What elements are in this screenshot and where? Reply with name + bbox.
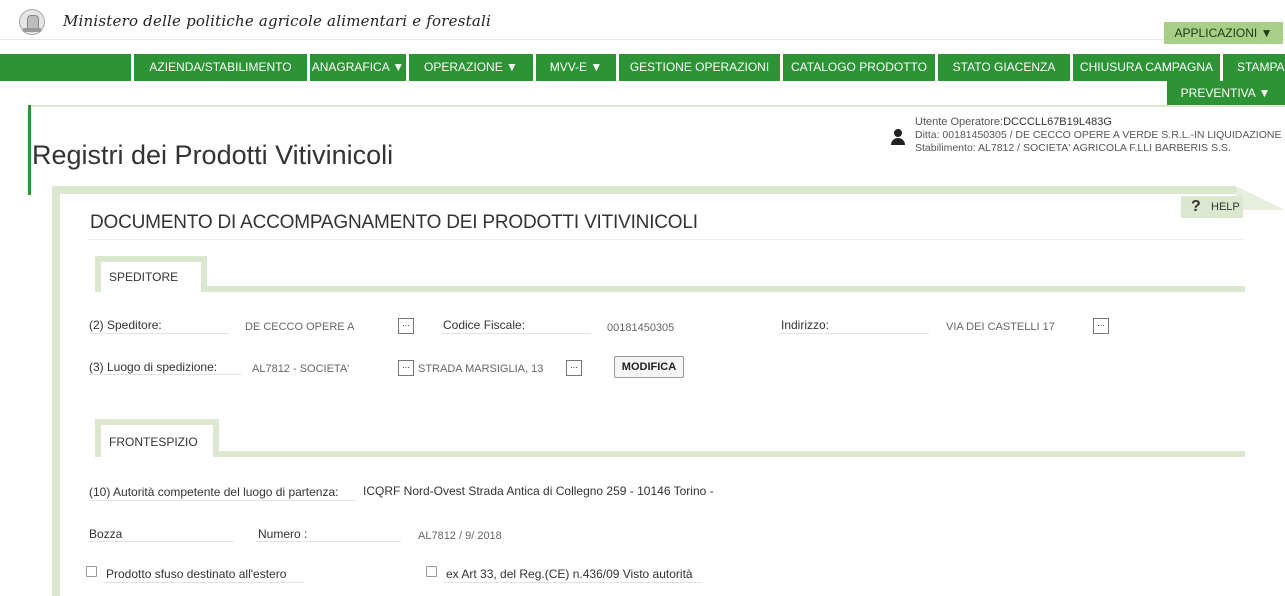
nav-catalogo-prodotto[interactable]: CATALOGO PRODOTTO [780,54,935,81]
document-title: DOCUMENTO DI ACCOMPAGNAMENTO DEI PRODOTT… [90,212,698,233]
ministry-name: Ministero delle politiche agricole alime… [63,12,491,30]
header-accent-bar [28,105,31,195]
tab-speditore[interactable]: SPEDITORE [95,256,207,292]
tab-frontespizio[interactable]: FRONTESPIZIO [95,419,219,457]
speditore-value: DE CECCO OPERE A [245,321,355,333]
art33-underline [444,582,702,583]
page-title: Registri dei Prodotti Vitivinicoli [32,140,394,170]
frontespizio-tab-line [219,451,1245,457]
document-panel [52,186,1285,596]
prodotto-sfuso-label: Prodotto sfuso destinato all'estero [106,567,287,581]
republic-emblem-icon [19,9,45,35]
numero-underline [256,541,401,542]
art33-label: ex Art 33, del Reg.(CE) n.436/09 Visto a… [446,567,693,581]
codice-fiscale-underline [441,333,591,334]
codice-fiscale-label: Codice Fiscale: [443,318,526,332]
nav-stampa[interactable]: STAMPA [1220,54,1285,81]
nav-chiusura-campagna[interactable]: CHIUSURA CAMPAGNA [1070,54,1220,81]
art33-checkbox[interactable] [426,566,437,577]
luogo-address-value: STRADA MARSIGLIA, 13 [418,363,544,375]
nav-preventiva[interactable]: PREVENTIVA ▼ [1166,81,1285,105]
autorita-label-underline [89,500,355,501]
bozza-underline [89,541,234,542]
help-icon: ? [1191,198,1201,215]
luogo-lookup-button[interactable]: ... [398,360,414,376]
top-bar: Ministero delle politiche agricole alime… [0,0,1285,40]
nav-azienda-stabilimento[interactable]: AZIENDA/STABILIMENTO [131,54,307,81]
bozza-label: Bozza [89,527,123,541]
nav-mvv-e[interactable]: MVV-E ▼ [533,54,616,81]
operatore-label: Utente Operatore: [915,116,1004,128]
speditore-tab-line [207,286,1245,292]
luogo-address-lookup-button[interactable]: ... [566,360,582,376]
panel-corner [1236,186,1285,210]
nav-gestione-operazioni[interactable]: GESTIONE OPERAZIONI [616,54,780,81]
ditta-info: Ditta: 00181450305 / DE CECCO OPERE A VE… [915,129,1282,141]
user-info: Utente Operatore: DCCCLL67B19L483G Ditta… [915,116,1281,155]
help-button[interactable]: ? HELP [1181,196,1243,218]
numero-label: Numero : [258,527,308,541]
header-divider [28,105,1285,107]
stabilimento-info: Stabilimento: AL7812 / SOCIETA' AGRICOLA… [915,142,1231,154]
indirizzo-value: VIA DEI CASTELLI 17 [946,321,1055,333]
prodotto-sfuso-checkbox[interactable] [86,566,97,577]
main-nav: AZIENDA/STABILIMENTO ANAGRAFICA ▼ OPERAZ… [0,54,1285,81]
nav-operazione[interactable]: OPERAZIONE ▼ [406,54,533,81]
autorita-label: (10) Autorità competente del luogo di pa… [89,485,339,499]
codice-fiscale-value: 00181450305 [607,322,675,334]
applicazioni-button[interactable]: APPLICAZIONI ▼ [1164,22,1283,44]
luogo-spedizione-label: (3) Luogo di spedizione: [89,360,218,374]
indirizzo-lookup-button[interactable]: ... [1093,318,1109,334]
luogo-label-underline [89,374,241,375]
document-title-underline [88,239,1245,240]
indirizzo-underline [779,333,929,334]
operatore-value: DCCCLL67B19L483G [1003,116,1112,128]
prodotto-sfuso-underline [104,582,304,583]
modifica-button[interactable]: MODIFICA [614,356,684,378]
help-label: HELP [1211,201,1240,213]
numero-value: AL7812 / 9/ 2018 [418,530,502,542]
autorita-value: ICQRF Nord-Ovest Strada Antica di Colleg… [363,484,714,498]
speditore-label-underline [89,333,229,334]
speditore-label: (2) Speditore: [89,318,162,332]
nav-anagrafica[interactable]: ANAGRAFICA ▼ [307,54,406,81]
user-icon [891,129,905,145]
luogo-spedizione-value: AL7812 - SOCIETA' [252,363,350,375]
speditore-lookup-button[interactable]: ... [398,318,414,334]
nav-stato-giacenza[interactable]: STATO GIACENZA [935,54,1070,81]
indirizzo-label: Indirizzo: [781,318,830,332]
